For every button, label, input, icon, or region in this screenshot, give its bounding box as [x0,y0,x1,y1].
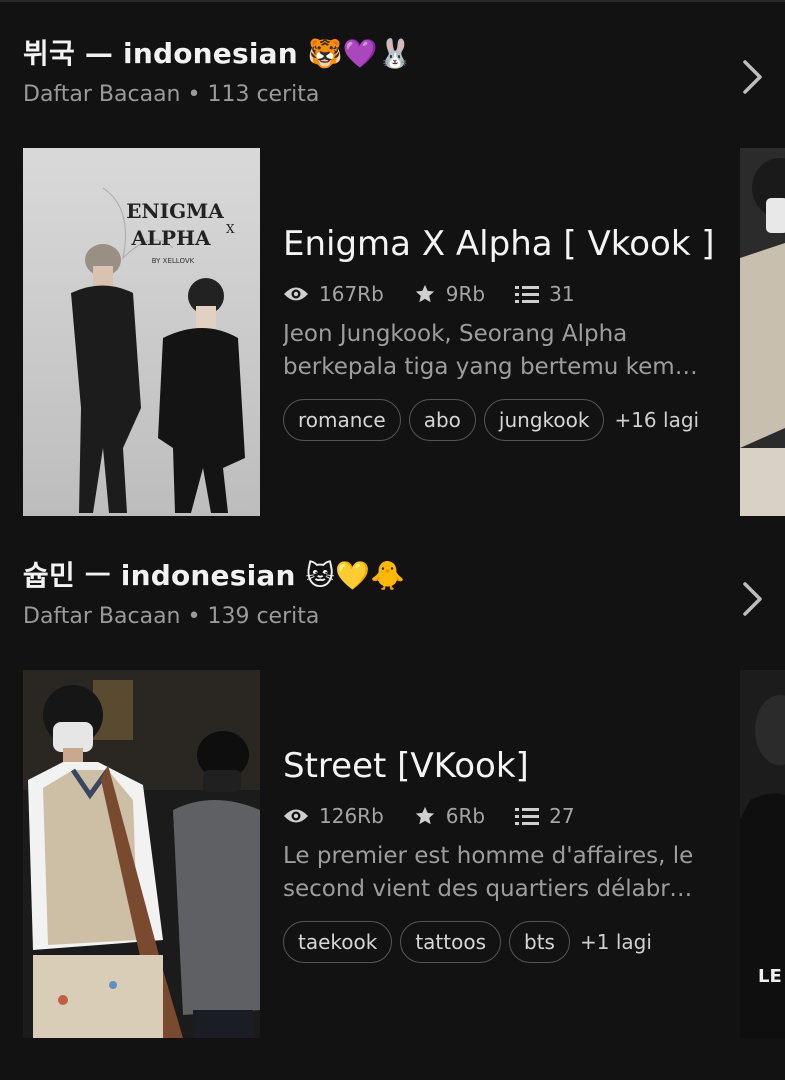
cover-title-x: X [226,222,235,236]
chevron-right-icon[interactable] [733,578,773,618]
tag-chip[interactable]: romance [283,399,401,441]
reads-count: 126Rb [319,804,384,828]
star-icon [415,806,434,825]
description-line: Le premier est homme d'affaires, le [283,843,694,869]
description-line: Jeon Jungkook, Seorang Alpha [283,321,628,347]
tag-chip[interactable]: abo [408,399,476,441]
reading-list-title[interactable]: 뷔국 — indonesian 🐯💜🐰 [23,32,413,72]
description-line: second vient des quartiers délabré... [283,876,703,902]
cover-byline: BY XELLOVK [152,257,195,265]
peek-cover-text: LE [758,966,782,987]
description-line: berkepala tiga yang bertemu kemb... [283,354,703,380]
tag-chip[interactable]: taekook [283,921,393,963]
reading-list-section: 뷔국 — indonesian 🐯💜🐰 Daftar Bacaan • 113 … [0,0,785,522]
more-tags-link[interactable]: +1 lagi [580,930,652,954]
parts-count: 31 [549,282,575,306]
reads-count: 167Rb [319,282,384,306]
list-icon [515,286,540,303]
tag-chip[interactable]: tattoos [400,921,502,963]
cover-title-line2: ALPHA [130,226,211,250]
eye-icon [284,287,308,301]
list-icon [515,808,540,825]
more-tags-link[interactable]: +16 lagi [614,408,699,432]
chevron-right-icon[interactable] [733,56,773,96]
star-icon [415,284,434,303]
story-title[interactable]: Street [VKook] [283,746,529,786]
votes-count: 9Rb [445,282,486,306]
reading-list-subtitle: Daftar Bacaan • 113 cerita [23,82,320,107]
reading-list-title[interactable]: 슙민 ㅡ indonesian 🐱💛🐥 [23,554,405,594]
tag-list: romance abo jungkook +16 lagi [283,398,699,442]
story-description[interactable]: Le premier est homme d'affaires, le seco… [283,840,703,906]
next-story-cover-peek[interactable]: LE [740,670,785,1038]
story-title[interactable]: Enigma X Alpha [ Vkook ] [283,224,715,264]
reading-list-subtitle: Daftar Bacaan • 139 cerita [23,604,320,629]
tag-list: taekook tattoos bts +1 lagi [283,920,652,964]
parts-count: 27 [549,804,575,828]
story-description[interactable]: Jeon Jungkook, Seorang Alpha berkepala t… [283,318,703,384]
story-stats: 167Rb 9Rb 31 [283,280,605,308]
story-cover[interactable] [23,670,260,1038]
votes-count: 6Rb [445,804,486,828]
eye-icon [284,809,308,823]
cover-title-line1: ENIGMA [126,199,224,223]
reading-list-section: 슙민 ㅡ indonesian 🐱💛🐥 Daftar Bacaan • 139 … [0,522,785,1044]
story-cover[interactable]: ENIGMA ALPHA X BY XELLOVK [23,148,260,516]
next-story-cover-peek[interactable] [740,148,785,516]
tag-chip[interactable]: bts [509,921,570,963]
story-stats: 126Rb 6Rb 27 [283,802,605,830]
tag-chip[interactable]: jungkook [483,399,605,441]
